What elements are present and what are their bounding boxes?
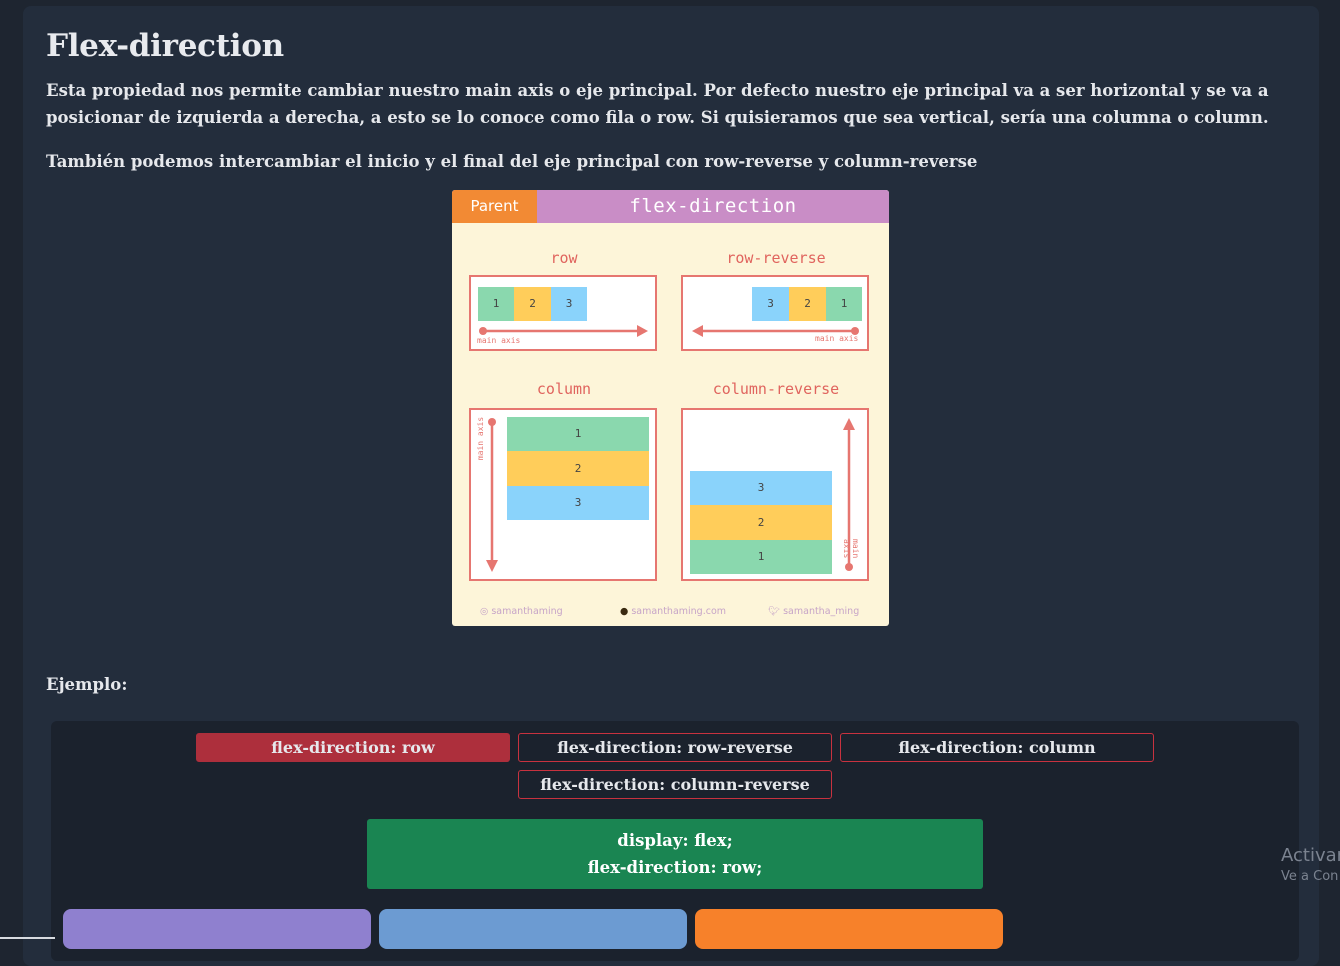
reverse-paragraph: También podemos intercambiar el inicio y… bbox=[46, 152, 978, 171]
flex-box-3 bbox=[695, 909, 1003, 949]
code-snippet: display: flex; flex-direction: row; bbox=[367, 819, 983, 889]
twitter-icon: 🐦︎ bbox=[768, 606, 781, 617]
parent-tag: Parent bbox=[452, 190, 537, 223]
flex-box-1 bbox=[63, 909, 371, 949]
watermark-line: Activar bbox=[1281, 845, 1340, 866]
avatar-icon: ● bbox=[620, 606, 629, 617]
panel-label-row: row bbox=[550, 249, 578, 267]
scroll-indicator bbox=[0, 937, 55, 939]
code-line: flex-direction: row; bbox=[587, 858, 763, 877]
flex-direction-row-button[interactable]: flex-direction: row bbox=[196, 733, 510, 762]
flex-direction-column-reverse-button[interactable]: flex-direction: column-reverse bbox=[518, 770, 832, 799]
instagram-icon: ◎ bbox=[480, 606, 489, 617]
panel-column-reverse: 3 2 1 main axis bbox=[681, 408, 869, 581]
main-axis-label: main axis bbox=[476, 416, 486, 461]
main-axis-label: main axis bbox=[842, 539, 860, 559]
website-url: samanthaming.com bbox=[631, 606, 727, 617]
main-axis-arrow-up-icon bbox=[843, 418, 855, 571]
footer-twitter: 🐦︎ samantha_ming bbox=[768, 606, 859, 617]
code-line: display: flex; bbox=[617, 831, 733, 850]
flex-direction-infographic: Parent flex-direction row 1 2 3 main axi… bbox=[452, 190, 889, 626]
panel-row-reverse: 3 2 1 main axis bbox=[681, 275, 869, 351]
panel-label-column: column bbox=[536, 380, 592, 398]
activation-watermark: Activar Ve a Con bbox=[1281, 845, 1340, 884]
main-axis-arrow-down-icon bbox=[486, 418, 498, 572]
watermark-line: Ve a Con bbox=[1281, 869, 1339, 884]
main-axis-label: main axis bbox=[477, 336, 521, 345]
panel-label-column-reverse: column-reverse bbox=[712, 380, 840, 398]
infographic-title: flex-direction bbox=[629, 195, 797, 217]
flex-direction-column-button[interactable]: flex-direction: column bbox=[840, 733, 1154, 762]
main-axis-label: main axis bbox=[815, 334, 859, 343]
intro-paragraph: Esta propiedad nos permite cambiar nuest… bbox=[46, 81, 1269, 127]
footer-website: ● samanthaming.com bbox=[620, 606, 726, 617]
flex-box-2 bbox=[379, 909, 687, 949]
section-title: Flex-direction bbox=[46, 28, 284, 64]
instagram-handle: samanthaming bbox=[491, 606, 563, 617]
panel-column: 1 2 3 main axis bbox=[469, 408, 657, 581]
panel-label-row-reverse: row-reverse bbox=[726, 249, 826, 267]
twitter-handle: samantha_ming bbox=[783, 606, 860, 617]
panel-row: 1 2 3 main axis bbox=[469, 275, 657, 351]
example-label: Ejemplo: bbox=[46, 675, 128, 694]
flex-direction-row-reverse-button[interactable]: flex-direction: row-reverse bbox=[518, 733, 832, 762]
footer-instagram: ◎ samanthaming bbox=[480, 606, 563, 617]
